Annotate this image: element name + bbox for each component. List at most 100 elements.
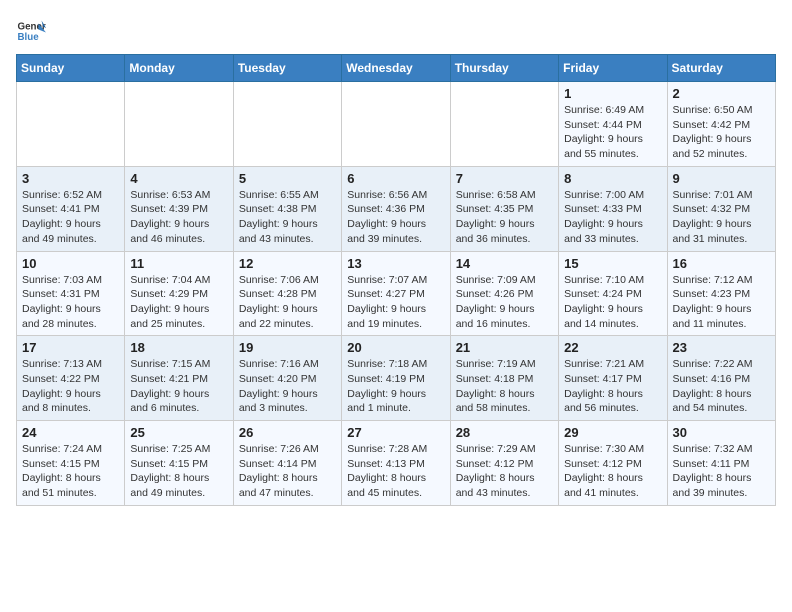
calendar-cell: 9Sunrise: 7:01 AM Sunset: 4:32 PM Daylig… <box>667 166 775 251</box>
day-number: 14 <box>456 256 553 271</box>
day-number: 17 <box>22 340 119 355</box>
calendar-week-row: 1Sunrise: 6:49 AM Sunset: 4:44 PM Daylig… <box>17 82 776 167</box>
calendar-cell: 12 Sunrise: 7:06 AM Sunset: 4:28 PM Dayli… <box>233 251 341 336</box>
day-info: Sunrise: 7:28 AM Sunset: 4:13 PM Dayligh… <box>347 442 444 501</box>
day-info: Sunrise: 7:26 AM Sunset: 4:14 PM Dayligh… <box>239 442 336 501</box>
day-info: Sunrise: 7:13 AM Sunset: 4:22 PM Dayligh… <box>22 357 119 416</box>
calendar-cell: 29 Sunrise: 7:30 AM Sunset: 4:12 PM Dayli… <box>559 421 667 506</box>
svg-text:Blue: Blue <box>18 32 40 43</box>
day-info: Sunrise: 7:24 AM Sunset: 4:15 PM Dayligh… <box>22 442 119 501</box>
calendar-cell: 21 Sunrise: 7:19 AM Sunset: 4:18 PM Dayli… <box>450 336 558 421</box>
calendar-cell: 18 Sunrise: 7:15 AM Sunset: 4:21 PM Dayli… <box>125 336 233 421</box>
day-number: 9 <box>673 171 770 186</box>
day-number: 27 <box>347 425 444 440</box>
calendar-cell: 24 Sunrise: 7:24 AM Sunset: 4:15 PM Dayli… <box>17 421 125 506</box>
calendar-week-row: 10 Sunrise: 7:03 AM Sunset: 4:31 PM Dayli… <box>17 251 776 336</box>
day-number: 21 <box>456 340 553 355</box>
weekday-header: Thursday <box>450 55 558 82</box>
calendar-cell: 5 Sunrise: 6:55 AM Sunset: 4:38 PM Daylig… <box>233 166 341 251</box>
day-info: Sunrise: 7:06 AM Sunset: 4:28 PM Dayligh… <box>239 273 336 332</box>
calendar-header: SundayMondayTuesdayWednesdayThursdayFrid… <box>17 55 776 82</box>
calendar-week-row: 3Sunrise: 6:52 AM Sunset: 4:41 PM Daylig… <box>17 166 776 251</box>
calendar-week-row: 24 Sunrise: 7:24 AM Sunset: 4:15 PM Dayli… <box>17 421 776 506</box>
calendar-cell: 14 Sunrise: 7:09 AM Sunset: 4:26 PM Dayli… <box>450 251 558 336</box>
logo: General Blue <box>16 16 46 46</box>
calendar-cell: 3Sunrise: 6:52 AM Sunset: 4:41 PM Daylig… <box>17 166 125 251</box>
day-info: Sunrise: 6:52 AM Sunset: 4:41 PM Dayligh… <box>22 188 119 247</box>
day-info: Sunrise: 7:19 AM Sunset: 4:18 PM Dayligh… <box>456 357 553 416</box>
weekday-header: Monday <box>125 55 233 82</box>
page-header: General Blue <box>16 16 776 46</box>
calendar-cell: 6 Sunrise: 6:56 AM Sunset: 4:36 PM Daylig… <box>342 166 450 251</box>
day-info: Sunrise: 6:58 AM Sunset: 4:35 PM Dayligh… <box>456 188 553 247</box>
day-info: Sunrise: 7:29 AM Sunset: 4:12 PM Dayligh… <box>456 442 553 501</box>
day-info: Sunrise: 7:15 AM Sunset: 4:21 PM Dayligh… <box>130 357 227 416</box>
day-number: 22 <box>564 340 661 355</box>
day-number: 7 <box>456 171 553 186</box>
day-info: Sunrise: 7:12 AM Sunset: 4:23 PM Dayligh… <box>673 273 770 332</box>
day-info: Sunrise: 7:16 AM Sunset: 4:20 PM Dayligh… <box>239 357 336 416</box>
day-number: 20 <box>347 340 444 355</box>
day-info: Sunrise: 6:53 AM Sunset: 4:39 PM Dayligh… <box>130 188 227 247</box>
day-number: 6 <box>347 171 444 186</box>
day-info: Sunrise: 7:00 AM Sunset: 4:33 PM Dayligh… <box>564 188 661 247</box>
day-number: 16 <box>673 256 770 271</box>
day-number: 11 <box>130 256 227 271</box>
day-number: 15 <box>564 256 661 271</box>
calendar-cell: 17 Sunrise: 7:13 AM Sunset: 4:22 PM Dayli… <box>17 336 125 421</box>
calendar-week-row: 17 Sunrise: 7:13 AM Sunset: 4:22 PM Dayli… <box>17 336 776 421</box>
calendar-cell: 7 Sunrise: 6:58 AM Sunset: 4:35 PM Daylig… <box>450 166 558 251</box>
day-number: 30 <box>673 425 770 440</box>
day-info: Sunrise: 7:09 AM Sunset: 4:26 PM Dayligh… <box>456 273 553 332</box>
calendar-cell: 30 Sunrise: 7:32 AM Sunset: 4:11 PM Dayli… <box>667 421 775 506</box>
day-info: Sunrise: 7:30 AM Sunset: 4:12 PM Dayligh… <box>564 442 661 501</box>
calendar-cell: 19 Sunrise: 7:16 AM Sunset: 4:20 PM Dayli… <box>233 336 341 421</box>
weekday-header: Sunday <box>17 55 125 82</box>
calendar-cell: 13Sunrise: 7:07 AM Sunset: 4:27 PM Dayli… <box>342 251 450 336</box>
day-number: 23 <box>673 340 770 355</box>
svg-text:General: General <box>18 22 47 33</box>
weekday-header: Tuesday <box>233 55 341 82</box>
day-info: Sunrise: 7:04 AM Sunset: 4:29 PM Dayligh… <box>130 273 227 332</box>
day-number: 24 <box>22 425 119 440</box>
day-number: 19 <box>239 340 336 355</box>
day-info: Sunrise: 6:49 AM Sunset: 4:44 PM Dayligh… <box>564 103 661 162</box>
day-number: 26 <box>239 425 336 440</box>
day-number: 25 <box>130 425 227 440</box>
calendar-body: 1Sunrise: 6:49 AM Sunset: 4:44 PM Daylig… <box>17 82 776 506</box>
day-info: Sunrise: 6:55 AM Sunset: 4:38 PM Dayligh… <box>239 188 336 247</box>
day-info: Sunrise: 7:03 AM Sunset: 4:31 PM Dayligh… <box>22 273 119 332</box>
calendar-cell: 25Sunrise: 7:25 AM Sunset: 4:15 PM Dayli… <box>125 421 233 506</box>
calendar-cell <box>342 82 450 167</box>
calendar-cell <box>233 82 341 167</box>
day-number: 2 <box>673 86 770 101</box>
calendar-cell: 4 Sunrise: 6:53 AM Sunset: 4:39 PM Daylig… <box>125 166 233 251</box>
calendar-cell: 15 Sunrise: 7:10 AM Sunset: 4:24 PM Dayli… <box>559 251 667 336</box>
day-info: Sunrise: 6:50 AM Sunset: 4:42 PM Dayligh… <box>673 103 770 162</box>
calendar-cell: 27 Sunrise: 7:28 AM Sunset: 4:13 PM Dayli… <box>342 421 450 506</box>
weekday-header: Wednesday <box>342 55 450 82</box>
calendar-cell: 28Sunrise: 7:29 AM Sunset: 4:12 PM Dayli… <box>450 421 558 506</box>
calendar-cell: 1Sunrise: 6:49 AM Sunset: 4:44 PM Daylig… <box>559 82 667 167</box>
calendar-cell: 16 Sunrise: 7:12 AM Sunset: 4:23 PM Dayli… <box>667 251 775 336</box>
day-number: 18 <box>130 340 227 355</box>
day-info: Sunrise: 7:32 AM Sunset: 4:11 PM Dayligh… <box>673 442 770 501</box>
day-info: Sunrise: 7:10 AM Sunset: 4:24 PM Dayligh… <box>564 273 661 332</box>
day-number: 12 <box>239 256 336 271</box>
day-info: Sunrise: 7:21 AM Sunset: 4:17 PM Dayligh… <box>564 357 661 416</box>
logo-icon: General Blue <box>16 16 46 46</box>
calendar-cell <box>17 82 125 167</box>
day-number: 5 <box>239 171 336 186</box>
day-number: 10 <box>22 256 119 271</box>
calendar-cell <box>125 82 233 167</box>
day-number: 29 <box>564 425 661 440</box>
day-number: 13 <box>347 256 444 271</box>
calendar-cell: 20Sunrise: 7:18 AM Sunset: 4:19 PM Dayli… <box>342 336 450 421</box>
calendar-cell: 8 Sunrise: 7:00 AM Sunset: 4:33 PM Daylig… <box>559 166 667 251</box>
day-number: 4 <box>130 171 227 186</box>
calendar-cell: 26 Sunrise: 7:26 AM Sunset: 4:14 PM Dayli… <box>233 421 341 506</box>
weekday-header: Friday <box>559 55 667 82</box>
calendar-cell: 23Sunrise: 7:22 AM Sunset: 4:16 PM Dayli… <box>667 336 775 421</box>
day-info: Sunrise: 6:56 AM Sunset: 4:36 PM Dayligh… <box>347 188 444 247</box>
day-number: 8 <box>564 171 661 186</box>
